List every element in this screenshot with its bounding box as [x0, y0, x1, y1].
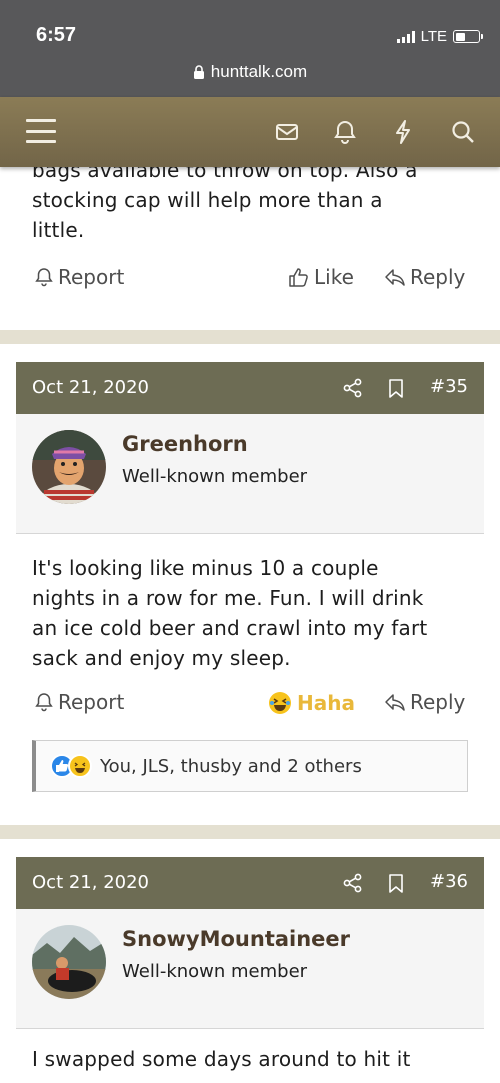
- battery-icon: [453, 30, 483, 43]
- bell-icon: [35, 268, 53, 287]
- post-card: Oct 21, 2020 #35 Greenhorn Well-known me…: [0, 344, 500, 825]
- status-bar: 6:57 LTE hunttalk.com: [0, 0, 500, 97]
- post-body: I swapped some days around to hit it: [0, 1044, 443, 1074]
- reply-button[interactable]: Reply: [384, 265, 465, 289]
- reply-button[interactable]: Reply: [384, 690, 465, 714]
- status-indicators: LTE: [396, 28, 483, 45]
- report-button[interactable]: Report: [34, 265, 124, 289]
- bookmark-icon[interactable]: [385, 377, 407, 399]
- post-body: bags available to throw on top. Also a s…: [0, 167, 450, 245]
- report-button[interactable]: Report: [34, 690, 124, 714]
- post-body: It's looking like minus 10 a couple nigh…: [0, 553, 459, 673]
- lightning-icon[interactable]: [390, 119, 416, 145]
- site-navbar: [0, 97, 500, 167]
- network-label: LTE: [420, 28, 447, 45]
- thumbs-up-icon: [289, 268, 308, 287]
- reactions-summary: You, JLS, thusby and 2 others: [100, 755, 362, 777]
- user-title: Well-known member: [122, 961, 308, 982]
- like-button[interactable]: Like: [288, 265, 354, 289]
- bell-icon[interactable]: [332, 119, 358, 145]
- user-info: Greenhorn Well-known member: [16, 414, 484, 534]
- user-info: SnowyMountaineer Well-known member: [16, 909, 484, 1029]
- post-line: an ice cold beer and crawl into my fart: [32, 616, 428, 640]
- post-line: bags available to throw on top. Also a: [32, 167, 418, 182]
- post-date[interactable]: Oct 21, 2020: [32, 377, 149, 398]
- post-actions: Report Like Reply: [0, 265, 500, 295]
- post-line: I swapped some days around to hit it: [32, 1047, 411, 1071]
- reactions-bar[interactable]: You, JLS, thusby and 2 others: [32, 740, 468, 792]
- bell-icon: [35, 693, 53, 712]
- post-line: little.: [32, 218, 85, 242]
- report-label: Report: [58, 690, 125, 714]
- post-line: nights in a row for me. Fun. I will drin…: [32, 586, 424, 610]
- avatar[interactable]: [32, 430, 106, 504]
- inbox-icon[interactable]: [274, 119, 300, 145]
- post-card: bags available to throw on top. Also a s…: [0, 167, 500, 330]
- post-header: Oct 21, 2020 #35: [16, 362, 484, 414]
- reply-label: Reply: [410, 265, 466, 289]
- search-icon[interactable]: [450, 119, 476, 145]
- username[interactable]: Greenhorn: [122, 432, 248, 456]
- reply-icon: [385, 694, 405, 711]
- post-header: Oct 21, 2020 #36: [16, 857, 484, 909]
- haha-button[interactable]: Haha: [267, 690, 355, 716]
- user-title: Well-known member: [122, 466, 308, 487]
- post-card: Oct 21, 2020 #36 SnowyMountaineer Well-k…: [0, 839, 500, 1083]
- post-line: sack and enjoy my sleep.: [32, 646, 291, 670]
- post-actions: Report Haha Reply: [0, 690, 500, 720]
- username[interactable]: SnowyMountaineer: [122, 927, 350, 951]
- menu-icon[interactable]: [26, 119, 56, 143]
- reply-icon: [385, 269, 405, 286]
- status-time: 6:57: [36, 24, 77, 46]
- lock-icon: [193, 65, 204, 79]
- post-number[interactable]: #35: [430, 376, 468, 397]
- url-text: hunttalk.com: [210, 62, 308, 81]
- post-number[interactable]: #36: [430, 871, 468, 892]
- address-bar[interactable]: hunttalk.com: [0, 62, 500, 82]
- thread-content: bags available to throw on top. Also a s…: [0, 167, 500, 1083]
- post-date[interactable]: Oct 21, 2020: [32, 872, 149, 893]
- avatar[interactable]: [32, 925, 106, 999]
- laughing-emoji-icon: [269, 692, 291, 714]
- signal-icon: [396, 30, 415, 43]
- reply-label: Reply: [410, 690, 466, 714]
- haha-label: Haha: [297, 691, 355, 715]
- share-icon[interactable]: [342, 377, 364, 399]
- report-label: Report: [58, 265, 125, 289]
- post-line: It's looking like minus 10 a couple: [32, 556, 379, 580]
- post-line: stocking cap will help more than a: [32, 188, 383, 212]
- share-icon[interactable]: [342, 872, 364, 894]
- reaction-icons: [50, 754, 92, 778]
- haha-reaction-icon: [68, 754, 92, 778]
- like-label: Like: [314, 265, 354, 289]
- bookmark-icon[interactable]: [385, 872, 407, 894]
